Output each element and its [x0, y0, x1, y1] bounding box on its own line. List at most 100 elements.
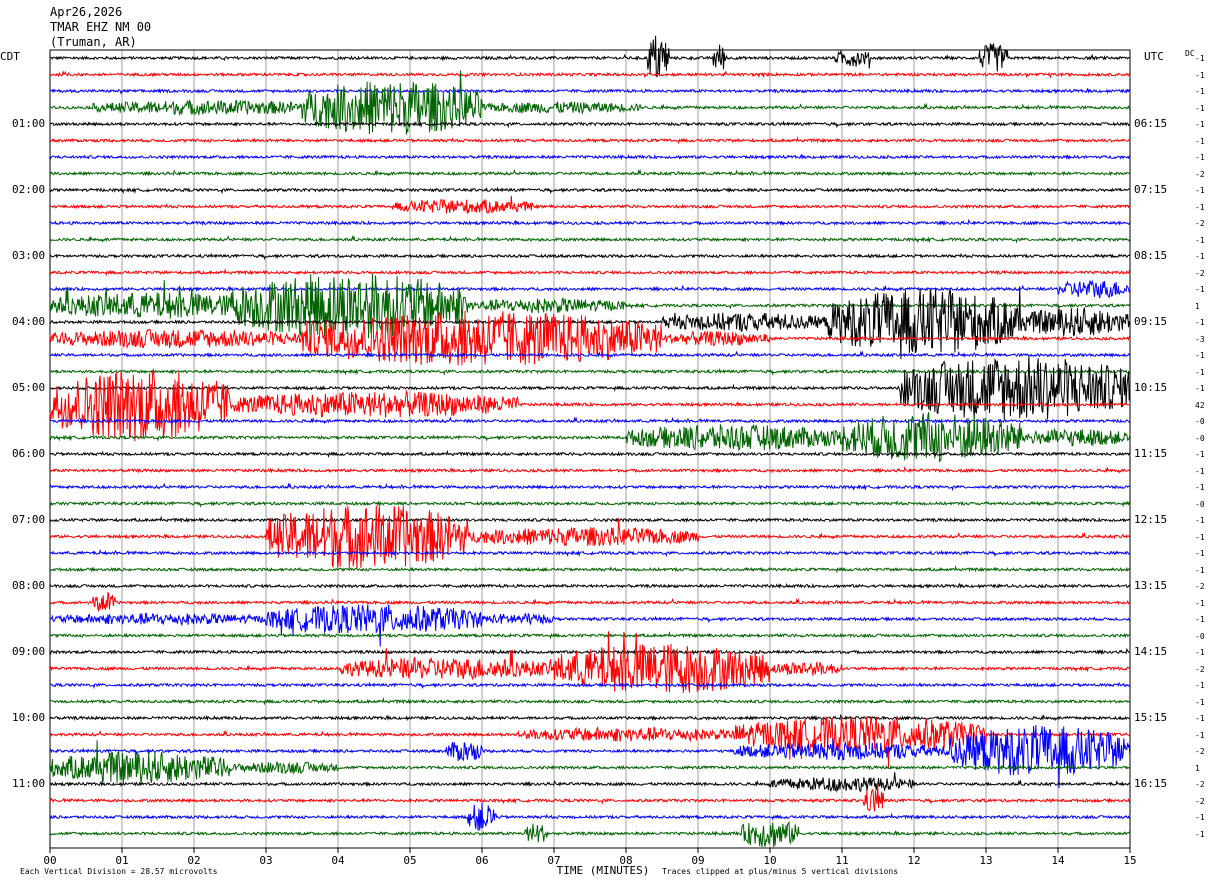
dc-offset-label: -1 [1195, 318, 1205, 327]
dc-offset-label: -2 [1195, 169, 1205, 179]
footer-scale-note: Each Vertical Division = 28.57 microvolt… [20, 867, 218, 876]
trace-12 [49, 252, 1131, 261]
dc-offset-label: -1 [1195, 54, 1205, 63]
trace-28 [49, 515, 1131, 524]
trace-46 [49, 802, 1131, 831]
dc-offset-label: -1 [1195, 615, 1205, 624]
dc-offset-label: -0 [1195, 433, 1205, 443]
right-time-label: 13:15 [1134, 579, 1168, 592]
trace-32 [49, 582, 1131, 590]
dc-offset-label: -1 [1195, 120, 1205, 129]
trace-5 [49, 136, 1131, 145]
dc-offset-label: -1 [1195, 367, 1205, 377]
trace-37 [49, 631, 1131, 694]
dc-offset-label: -0 [1195, 417, 1205, 426]
right-time-label: 15:15 [1134, 711, 1168, 724]
trace-30 [49, 548, 1130, 558]
dc-offset-label: 42 [1195, 400, 1205, 410]
dc-offset-label: -1 [1195, 87, 1205, 96]
dc-offset-label: -1 [1195, 648, 1205, 657]
dc-offset-label: -1 [1195, 136, 1205, 146]
x-tick-label: 12 [907, 854, 920, 867]
trace-9 [49, 195, 1131, 215]
dc-offset-label: -2 [1195, 268, 1205, 278]
trace-4 [49, 120, 1131, 129]
trace-25 [49, 466, 1131, 474]
dc-offset-label: -1 [1195, 730, 1205, 740]
left-time-label: 09:00 [12, 645, 46, 658]
dc-offset-label: -1 [1195, 532, 1205, 542]
trace-10 [49, 218, 1131, 227]
dc-offset-label: -1 [1195, 598, 1205, 608]
x-tick-label: 05 [403, 854, 416, 867]
header-date: Apr26,2026 [50, 5, 123, 19]
dc-offset-label: 1 [1195, 301, 1200, 311]
dc-offset-label: -1 [1195, 829, 1205, 839]
x-tick-label: 14 [1051, 854, 1065, 867]
trace-40 [49, 713, 1131, 722]
left-time-label: 11:00 [12, 777, 46, 790]
trace-27 [49, 500, 1131, 508]
left-axis-title: CDT [0, 50, 20, 63]
dc-offset-label: -3 [1195, 334, 1205, 344]
trace-47 [49, 820, 1131, 848]
left-time-label: 08:00 [12, 579, 46, 592]
right-time-label: 16:15 [1134, 777, 1168, 790]
dc-offset-label: -2 [1195, 747, 1205, 756]
dc-offset-label: -1 [1195, 466, 1205, 476]
x-tick-label: 15 [1123, 854, 1136, 867]
header-station: TMAR EHZ NM 00 [50, 20, 152, 34]
right-time-label: 09:15 [1134, 315, 1168, 328]
dc-offset-label: -1 [1195, 483, 1205, 492]
x-tick-label: 09 [691, 854, 704, 867]
dc-offset-label: -1 [1195, 285, 1205, 294]
x-tick-label: 04 [331, 854, 345, 867]
x-tick-label: 06 [475, 854, 488, 867]
seismic-traces [49, 35, 1131, 848]
x-tick-label: 02 [187, 854, 200, 867]
trace-13 [49, 268, 1131, 277]
trace-35 [49, 631, 1131, 640]
dc-offset-label: -1 [1195, 813, 1205, 822]
x-tick-label: 01 [115, 854, 128, 867]
dc-offset-label: -0 [1195, 631, 1205, 641]
dc-offset-label: -2 [1195, 780, 1205, 789]
dc-title: DC [1185, 49, 1195, 58]
trace-0 [50, 35, 1131, 78]
trace-6 [49, 153, 1131, 161]
x-axis-title: TIME (MINUTES) [557, 864, 650, 877]
x-tick-label: 03 [259, 854, 272, 867]
dc-offset-label: -1 [1195, 714, 1205, 723]
trace-45 [49, 783, 1131, 812]
trace-14 [49, 279, 1131, 299]
dc-offset-label: -2 [1195, 582, 1205, 591]
trace-38 [49, 681, 1130, 690]
helicorder-plot: 00 01 02 03 04 05 06 07 08 09 10 11 12 13 14 15 TIME (M… [43, 35, 1137, 877]
trace-15 [49, 274, 1131, 339]
dc-offset-label: -1 [1195, 235, 1205, 245]
trace-33 [49, 591, 1131, 613]
trace-2 [49, 87, 1131, 95]
dc-offset-label: -1 [1195, 186, 1205, 195]
trace-44 [49, 772, 1131, 793]
dc-offset-label: -1 [1195, 697, 1205, 707]
right-time-label: 10:15 [1134, 381, 1168, 394]
dc-offset-label: -1 [1195, 516, 1205, 525]
dc-offset-label: -2 [1195, 796, 1205, 806]
trace-8 [49, 186, 1131, 195]
grid-lines [49, 49, 1131, 849]
dc-offset-label: -1 [1195, 252, 1205, 261]
left-time-label: 10:00 [12, 711, 46, 724]
dc-offset-label: -1 [1195, 70, 1205, 80]
dc-offset-label: -1 [1195, 153, 1205, 162]
footer-clip-note: Traces clipped at plus/minus 5 vertical … [662, 867, 899, 876]
dc-offset-label: -2 [1195, 664, 1205, 674]
dc-offset-label: -1 [1195, 565, 1205, 575]
x-tick-label: 00 [43, 854, 56, 867]
trace-18 [49, 350, 1131, 359]
x-tick-label: 13 [979, 854, 992, 867]
right-time-label: 07:15 [1134, 183, 1168, 196]
dc-offset-label: -1 [1195, 384, 1205, 393]
right-axis-title: UTC [1144, 50, 1164, 63]
trace-36 [49, 647, 1131, 656]
